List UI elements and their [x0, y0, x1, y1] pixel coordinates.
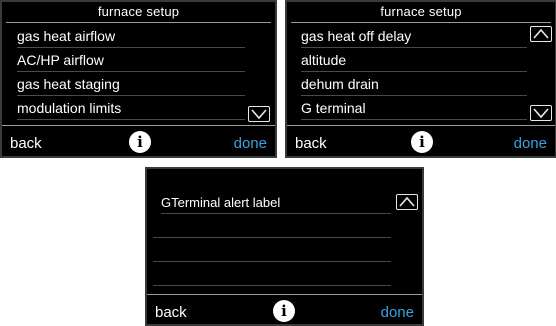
empty-list-row	[153, 262, 391, 286]
footer-divider	[287, 125, 555, 126]
done-button[interactable]: done	[234, 135, 267, 152]
menu-item-label: GTerminal alert label	[161, 195, 281, 210]
scroll-down-button[interactable]	[248, 106, 270, 122]
furnace-setup-screen-page-2: furnace setup gas heat off delay altitud…	[285, 0, 556, 158]
menu-item-gas-heat-staging[interactable]: gas heat staging	[17, 72, 245, 96]
done-button[interactable]: done	[514, 135, 547, 152]
chevron-up-icon	[399, 196, 415, 207]
menu-item-label: gas heat staging	[17, 76, 120, 92]
menu-item-label: AC/HP airflow	[17, 52, 104, 68]
screen-title: furnace setup	[97, 4, 180, 19]
screen-title: furnace setup	[380, 4, 462, 19]
menu-item-label: gas heat airflow	[17, 28, 116, 44]
menu-item-modulation-limits[interactable]: modulation limits	[17, 96, 245, 120]
scroll-down-button[interactable]	[530, 105, 552, 121]
done-button[interactable]: done	[381, 304, 414, 321]
menu-item-dehum-drain[interactable]: dehum drain	[301, 72, 527, 96]
empty-list-row	[153, 214, 391, 238]
scroll-up-button[interactable]	[396, 194, 418, 210]
chevron-down-icon	[251, 109, 267, 120]
footer-divider	[2, 125, 275, 126]
furnace-setup-screen-page-1: furnace setup gas heat airflow AC/HP air…	[0, 0, 277, 158]
menu-item-label: G terminal	[301, 100, 366, 116]
chevron-up-icon	[533, 28, 549, 39]
chevron-down-icon	[533, 108, 549, 119]
back-button[interactable]: back	[155, 304, 187, 321]
info-button[interactable]: i	[129, 131, 151, 153]
menu-item-altitude[interactable]: altitude	[301, 48, 527, 72]
back-button[interactable]: back	[10, 135, 42, 152]
menu-item-label: altitude	[301, 52, 347, 68]
menu-item-label: gas heat off delay	[301, 28, 412, 44]
title-divider	[6, 22, 271, 23]
back-button[interactable]: back	[295, 135, 327, 152]
menu-item-label: dehum drain	[301, 76, 379, 92]
menu-item-label: modulation limits	[17, 100, 122, 116]
scroll-up-button[interactable]	[530, 26, 552, 42]
menu-item-gas-heat-off-delay[interactable]: gas heat off delay	[301, 24, 527, 48]
g-terminal-setup-screen: GTerminal alert label back i done	[145, 167, 424, 326]
title-divider	[291, 22, 551, 23]
menu-item-ac-hp-airflow[interactable]: AC/HP airflow	[17, 48, 245, 72]
empty-list-row	[153, 238, 391, 262]
info-button[interactable]: i	[273, 300, 295, 322]
menu-item-gterminal-alert-label[interactable]: GTerminal alert label	[161, 190, 391, 214]
menu-item-gas-heat-airflow[interactable]: gas heat airflow	[17, 24, 245, 48]
menu-item-g-terminal[interactable]: G terminal	[301, 96, 527, 120]
footer-divider	[147, 294, 422, 295]
info-button[interactable]: i	[411, 131, 433, 153]
